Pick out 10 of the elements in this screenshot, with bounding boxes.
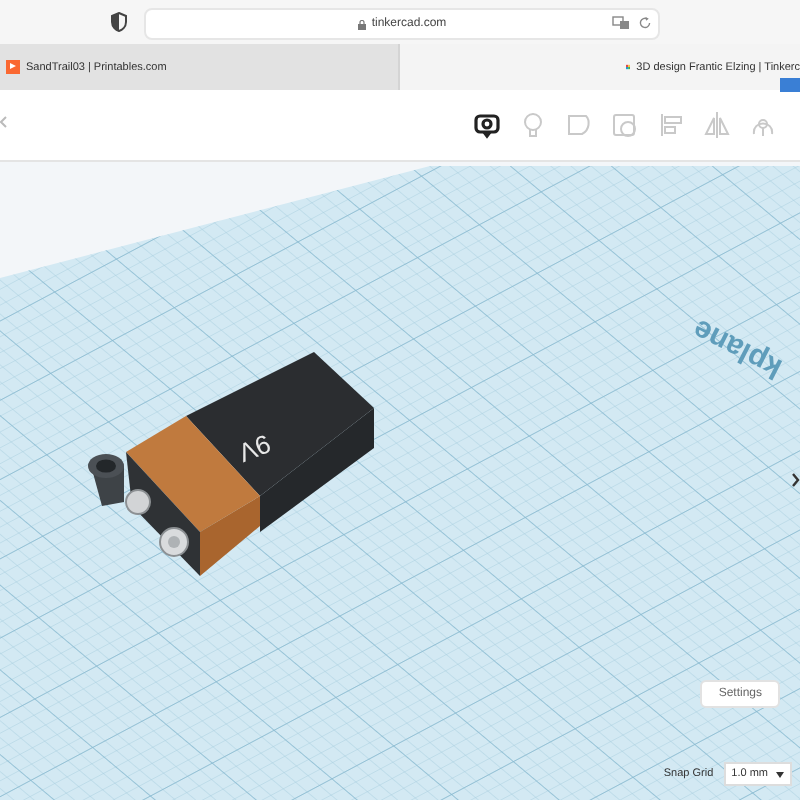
translate-icon[interactable]: [612, 16, 630, 30]
chevron-icon[interactable]: [792, 472, 800, 488]
shield-icon[interactable]: [110, 12, 128, 32]
battery-label: 9V: [234, 428, 275, 469]
reload-icon[interactable]: [638, 16, 652, 30]
caret-icon: [776, 771, 784, 777]
lock-icon: [357, 19, 366, 29]
note-tool-icon[interactable]: [472, 110, 502, 140]
favicon-icon: [6, 60, 20, 74]
logo-icon[interactable]: [780, 78, 800, 92]
